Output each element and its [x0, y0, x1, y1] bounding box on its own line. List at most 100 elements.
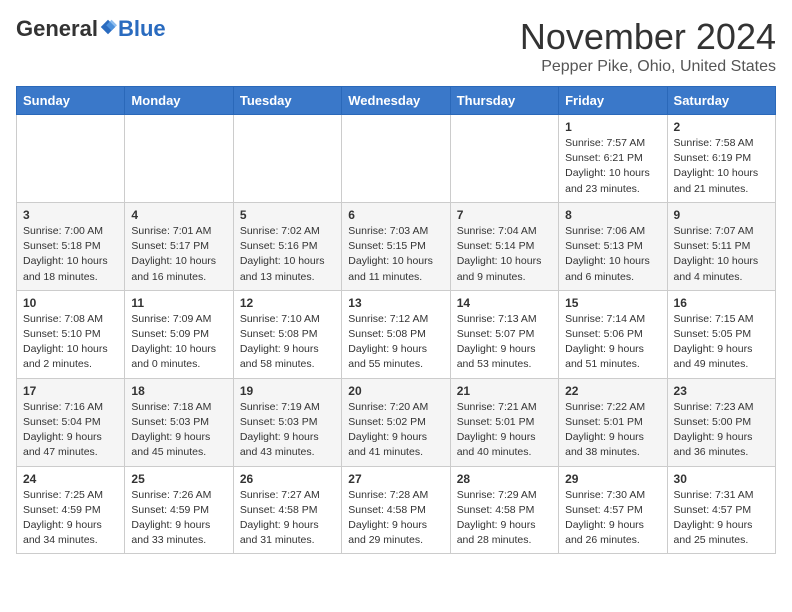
day-detail: Sunrise: 7:03 AM Sunset: 5:15 PM Dayligh… — [348, 224, 443, 285]
weekday-header-thursday: Thursday — [450, 87, 558, 115]
calendar-cell: 21 Sunrise: 7:21 AM Sunset: 5:01 PM Dayli… — [450, 378, 558, 466]
day-number: 22 — [565, 384, 660, 398]
calendar-cell: 15 Sunrise: 7:14 AM Sunset: 5:06 PM Dayli… — [559, 290, 667, 378]
day-detail: Sunrise: 7:27 AM Sunset: 4:58 PM Dayligh… — [240, 488, 335, 549]
day-number: 24 — [23, 472, 118, 486]
day-detail: Sunrise: 7:06 AM Sunset: 5:13 PM Dayligh… — [565, 224, 660, 285]
day-detail: Sunrise: 7:08 AM Sunset: 5:10 PM Dayligh… — [23, 312, 118, 373]
calendar-cell: 10 Sunrise: 7:08 AM Sunset: 5:10 PM Dayli… — [17, 290, 125, 378]
calendar-week-row: 1 Sunrise: 7:57 AM Sunset: 6:21 PM Daylig… — [17, 115, 776, 203]
day-detail: Sunrise: 7:28 AM Sunset: 4:58 PM Dayligh… — [348, 488, 443, 549]
day-detail: Sunrise: 7:31 AM Sunset: 4:57 PM Dayligh… — [674, 488, 769, 549]
day-number: 19 — [240, 384, 335, 398]
day-number: 30 — [674, 472, 769, 486]
month-title: November 2024 — [520, 16, 776, 58]
calendar-cell: 19Sunrise: 7:19 AM Sunset: 5:03 PM Dayli… — [233, 378, 341, 466]
calendar-cell: 29Sunrise: 7:30 AM Sunset: 4:57 PM Dayli… — [559, 466, 667, 554]
day-number: 23 — [674, 384, 769, 398]
calendar-cell — [342, 115, 450, 203]
day-detail: Sunrise: 7:21 AM Sunset: 5:01 PM Dayligh… — [457, 400, 552, 461]
logo-general-text: General — [16, 16, 98, 42]
day-detail: Sunrise: 7:29 AM Sunset: 4:58 PM Dayligh… — [457, 488, 552, 549]
day-detail: Sunrise: 7:13 AM Sunset: 5:07 PM Dayligh… — [457, 312, 552, 373]
day-detail: Sunrise: 7:07 AM Sunset: 5:11 PM Dayligh… — [674, 224, 769, 285]
day-detail: Sunrise: 7:57 AM Sunset: 6:21 PM Dayligh… — [565, 136, 660, 197]
day-number: 18 — [131, 384, 226, 398]
calendar-cell: 12 Sunrise: 7:10 AM Sunset: 5:08 PM Dayli… — [233, 290, 341, 378]
day-number: 7 — [457, 208, 552, 222]
weekday-header-friday: Friday — [559, 87, 667, 115]
day-detail: Sunrise: 7:14 AM Sunset: 5:06 PM Dayligh… — [565, 312, 660, 373]
day-detail: Sunrise: 7:16 AM Sunset: 5:04 PM Dayligh… — [23, 400, 118, 461]
calendar-week-row: 17 Sunrise: 7:16 AM Sunset: 5:04 PM Dayli… — [17, 378, 776, 466]
calendar-cell: 24 Sunrise: 7:25 AM Sunset: 4:59 PM Dayli… — [17, 466, 125, 554]
day-number: 17 — [23, 384, 118, 398]
day-detail: Sunrise: 7:25 AM Sunset: 4:59 PM Dayligh… — [23, 488, 118, 549]
day-detail: Sunrise: 7:02 AM Sunset: 5:16 PM Dayligh… — [240, 224, 335, 285]
day-detail: Sunrise: 7:20 AM Sunset: 5:02 PM Dayligh… — [348, 400, 443, 461]
weekday-header-saturday: Saturday — [667, 87, 775, 115]
day-number: 5 — [240, 208, 335, 222]
day-detail: Sunrise: 7:18 AM Sunset: 5:03 PM Dayligh… — [131, 400, 226, 461]
day-number: 6 — [348, 208, 443, 222]
day-number: 9 — [674, 208, 769, 222]
calendar-cell — [17, 115, 125, 203]
calendar-cell: 5 Sunrise: 7:02 AM Sunset: 5:16 PM Daylig… — [233, 202, 341, 290]
day-number: 21 — [457, 384, 552, 398]
day-number: 2 — [674, 120, 769, 134]
day-number: 20 — [348, 384, 443, 398]
calendar-cell: 25 Sunrise: 7:26 AM Sunset: 4:59 PM Dayli… — [125, 466, 233, 554]
logo-icon — [99, 18, 117, 36]
calendar-cell: 13Sunrise: 7:12 AM Sunset: 5:08 PM Dayli… — [342, 290, 450, 378]
calendar-table: SundayMondayTuesdayWednesdayThursdayFrid… — [16, 86, 776, 554]
day-number: 10 — [23, 296, 118, 310]
location-title: Pepper Pike, Ohio, United States — [520, 58, 776, 76]
calendar-week-row: 10 Sunrise: 7:08 AM Sunset: 5:10 PM Dayli… — [17, 290, 776, 378]
day-number: 25 — [131, 472, 226, 486]
calendar-cell: 3Sunrise: 7:00 AM Sunset: 5:18 PM Daylig… — [17, 202, 125, 290]
calendar-cell: 17 Sunrise: 7:16 AM Sunset: 5:04 PM Dayli… — [17, 378, 125, 466]
day-number: 12 — [240, 296, 335, 310]
day-detail: Sunrise: 7:10 AM Sunset: 5:08 PM Dayligh… — [240, 312, 335, 373]
calendar-cell: 18 Sunrise: 7:18 AM Sunset: 5:03 PM Dayli… — [125, 378, 233, 466]
calendar-cell — [450, 115, 558, 203]
day-detail: Sunrise: 7:12 AM Sunset: 5:08 PM Dayligh… — [348, 312, 443, 373]
calendar-cell: 20 Sunrise: 7:20 AM Sunset: 5:02 PM Dayli… — [342, 378, 450, 466]
calendar-cell: 16 Sunrise: 7:15 AM Sunset: 5:05 PM Dayli… — [667, 290, 775, 378]
day-detail: Sunrise: 7:04 AM Sunset: 5:14 PM Dayligh… — [457, 224, 552, 285]
calendar-cell: 14 Sunrise: 7:13 AM Sunset: 5:07 PM Dayli… — [450, 290, 558, 378]
day-number: 14 — [457, 296, 552, 310]
title-section: November 2024 Pepper Pike, Ohio, United … — [520, 16, 776, 76]
page-header: General Blue November 2024 Pepper Pike, … — [16, 16, 776, 76]
calendar-cell: 4 Sunrise: 7:01 AM Sunset: 5:17 PM Daylig… — [125, 202, 233, 290]
calendar-week-row: 24 Sunrise: 7:25 AM Sunset: 4:59 PM Dayli… — [17, 466, 776, 554]
calendar-cell: 9 Sunrise: 7:07 AM Sunset: 5:11 PM Daylig… — [667, 202, 775, 290]
day-number: 27 — [348, 472, 443, 486]
calendar-cell — [125, 115, 233, 203]
calendar-cell: 11Sunrise: 7:09 AM Sunset: 5:09 PM Dayli… — [125, 290, 233, 378]
calendar-cell: 6 Sunrise: 7:03 AM Sunset: 5:15 PM Daylig… — [342, 202, 450, 290]
day-number: 15 — [565, 296, 660, 310]
day-number: 11 — [131, 296, 226, 310]
calendar-cell: 8 Sunrise: 7:06 AM Sunset: 5:13 PM Daylig… — [559, 202, 667, 290]
day-number: 16 — [674, 296, 769, 310]
day-detail: Sunrise: 7:15 AM Sunset: 5:05 PM Dayligh… — [674, 312, 769, 373]
day-number: 28 — [457, 472, 552, 486]
calendar-cell: 2 Sunrise: 7:58 AM Sunset: 6:19 PM Daylig… — [667, 115, 775, 203]
calendar-cell: 27 Sunrise: 7:28 AM Sunset: 4:58 PM Dayli… — [342, 466, 450, 554]
weekday-header-monday: Monday — [125, 87, 233, 115]
day-number: 8 — [565, 208, 660, 222]
calendar-cell: 30 Sunrise: 7:31 AM Sunset: 4:57 PM Dayli… — [667, 466, 775, 554]
day-number: 4 — [131, 208, 226, 222]
day-number: 1 — [565, 120, 660, 134]
day-detail: Sunrise: 7:01 AM Sunset: 5:17 PM Dayligh… — [131, 224, 226, 285]
calendar-cell: 26Sunrise: 7:27 AM Sunset: 4:58 PM Dayli… — [233, 466, 341, 554]
day-detail: Sunrise: 7:23 AM Sunset: 5:00 PM Dayligh… — [674, 400, 769, 461]
calendar-week-row: 3Sunrise: 7:00 AM Sunset: 5:18 PM Daylig… — [17, 202, 776, 290]
day-detail: Sunrise: 7:26 AM Sunset: 4:59 PM Dayligh… — [131, 488, 226, 549]
calendar-cell: 7 Sunrise: 7:04 AM Sunset: 5:14 PM Daylig… — [450, 202, 558, 290]
logo: General Blue — [16, 16, 166, 42]
calendar-cell: 23 Sunrise: 7:23 AM Sunset: 5:00 PM Dayli… — [667, 378, 775, 466]
day-detail: Sunrise: 7:30 AM Sunset: 4:57 PM Dayligh… — [565, 488, 660, 549]
day-detail: Sunrise: 7:58 AM Sunset: 6:19 PM Dayligh… — [674, 136, 769, 197]
